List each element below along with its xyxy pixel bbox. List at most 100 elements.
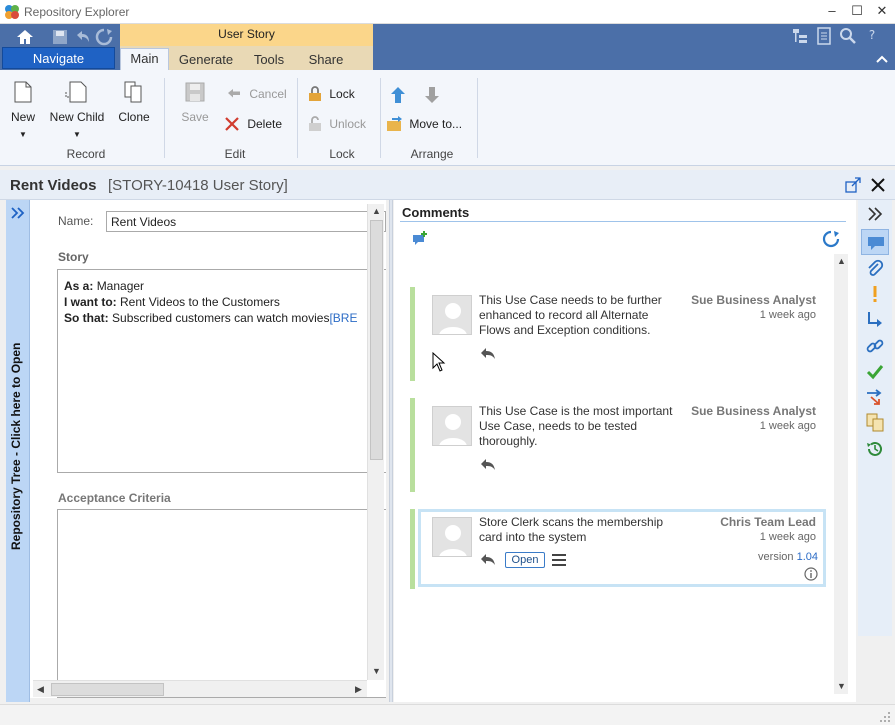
scroll-up-icon[interactable]: ▲ [369, 204, 384, 219]
refresh-icon[interactable] [94, 27, 114, 47]
reply-icon[interactable] [480, 553, 496, 567]
popout-icon[interactable] [845, 177, 861, 193]
new-document-icon [14, 81, 32, 103]
status-badge[interactable]: Open [505, 552, 545, 568]
splitter[interactable] [389, 200, 393, 702]
name-field[interactable]: Rent Videos [106, 211, 386, 232]
tab-share[interactable]: Share [303, 50, 349, 70]
repository-tree-label[interactable]: Repository Tree - Click here to Open [9, 343, 23, 550]
move-down-icon[interactable] [424, 86, 440, 104]
comment-item-selected[interactable]: Store Clerk scans the membership card in… [410, 509, 826, 589]
save-icon[interactable] [50, 27, 70, 47]
record-group-label: Record [66, 147, 106, 161]
attachment-icon[interactable] [865, 259, 885, 279]
history-icon[interactable] [865, 439, 885, 459]
info-icon[interactable] [804, 567, 818, 581]
lock-icon [309, 86, 321, 101]
delete-label: Delete [247, 117, 283, 131]
edit-group-label: Edit [224, 147, 246, 161]
move-to-button[interactable]: Move to... [386, 116, 462, 132]
story-label: Story [58, 250, 89, 264]
title-bar: Repository Explorer ‒ ☐ ✕ [0, 0, 895, 24]
tab-main[interactable]: Main [120, 48, 169, 71]
search-icon[interactable] [838, 26, 858, 46]
navigate-tab[interactable]: Navigate [2, 47, 115, 69]
link-icon[interactable] [865, 336, 885, 356]
comment-author: Sue Business Analyst [691, 404, 816, 418]
tab-tools[interactable]: Tools [246, 50, 292, 70]
scroll-left-icon[interactable]: ◀ [33, 682, 48, 697]
ribbon-header: User Story Navigate Main Generate Tools … [0, 24, 895, 71]
form-horizontal-scrollbar[interactable]: ◀ ▶ [33, 680, 367, 697]
story-so-that-line: So that: Subscribed customers can watch … [64, 310, 380, 326]
clone-label: Clone [118, 110, 150, 124]
version-number[interactable]: 1.04 [797, 551, 818, 563]
comment-icon [868, 237, 884, 250]
scroll-down-icon[interactable]: ▼ [834, 679, 849, 694]
comment-author: Chris Team Lead [720, 515, 816, 529]
tree-view-icon[interactable] [790, 26, 810, 46]
want-value: Rent Videos to the Customers [120, 295, 280, 309]
comments-view-button[interactable] [861, 229, 889, 255]
save-disk-icon [185, 82, 205, 102]
new-dropdown-icon[interactable]: ▼ [10, 130, 36, 139]
so-that-value: Subscribed customers can watch movies [112, 311, 330, 325]
menu-icon[interactable] [552, 554, 566, 566]
resize-grip-icon[interactable] [879, 711, 891, 723]
trace-arrow-icon[interactable] [865, 310, 885, 330]
expand-tree-icon[interactable] [10, 206, 26, 220]
as-a-label: As a: [64, 279, 94, 293]
scroll-thumb[interactable] [370, 220, 383, 460]
reply-icon[interactable] [480, 458, 496, 472]
form-vertical-scrollbar[interactable]: ▲ ▼ [367, 204, 384, 680]
issue-icon[interactable] [865, 284, 885, 304]
maximize-button[interactable]: ☐ [847, 2, 867, 20]
delete-button[interactable]: Delete [224, 116, 282, 132]
undo-icon[interactable] [72, 27, 92, 47]
close-window-button[interactable]: ✕ [872, 2, 892, 20]
new-child-dropdown-icon[interactable]: ▼ [48, 130, 106, 139]
copy-icon[interactable] [865, 412, 885, 432]
collapse-ribbon-icon[interactable] [876, 54, 888, 64]
scroll-down-icon[interactable]: ▼ [369, 664, 384, 679]
expand-panel-icon[interactable] [865, 204, 885, 224]
check-icon[interactable] [865, 362, 885, 382]
move-up-icon[interactable] [390, 86, 406, 104]
story-link[interactable]: [BRE [329, 311, 357, 325]
comments-scrollbar[interactable]: ▲ ▼ [834, 254, 848, 694]
document-icon[interactable] [814, 26, 834, 46]
tab-generate[interactable]: Generate [175, 50, 237, 70]
new-button[interactable]: New ▼ [10, 80, 36, 139]
repository-tree-strip[interactable]: Repository Tree - Click here to Open [6, 200, 30, 702]
comment-status-bar [410, 509, 415, 589]
new-child-button[interactable]: New Child ▼ [48, 80, 106, 139]
arrange-group-label: Arrange [410, 147, 454, 161]
scroll-thumb[interactable] [51, 683, 164, 696]
new-label: New [10, 110, 35, 124]
scroll-up-icon[interactable]: ▲ [834, 254, 849, 269]
story-editor[interactable]: As a: Manager I want to: Rent Videos to … [57, 269, 386, 473]
unlock-button[interactable]: Unlock [308, 116, 366, 132]
add-comment-icon[interactable] [412, 230, 428, 246]
clone-button[interactable]: Clone [116, 80, 152, 124]
save-button[interactable]: Save [180, 80, 210, 124]
refresh-comments-icon[interactable] [822, 230, 840, 248]
scroll-right-icon[interactable]: ▶ [351, 682, 366, 697]
close-panel-icon[interactable] [870, 177, 886, 193]
minimize-button[interactable]: ‒ [822, 2, 842, 20]
acceptance-criteria-label: Acceptance Criteria [58, 491, 171, 505]
cancel-button[interactable]: Cancel [226, 86, 287, 101]
move-folder-icon [387, 116, 402, 131]
comments-panel: Comments This Use Case needs to be furth… [394, 200, 856, 702]
home-icon[interactable] [15, 27, 35, 47]
reply-icon[interactable] [480, 347, 496, 361]
svg-text:?: ? [869, 28, 875, 42]
avatar [432, 406, 472, 446]
help-icon[interactable]: ? [862, 26, 882, 46]
want-label: I want to: [64, 295, 117, 309]
lock-button[interactable]: Lock [308, 86, 355, 102]
relationship-icon[interactable] [865, 387, 885, 407]
acceptance-criteria-editor[interactable] [57, 509, 386, 698]
delete-x-icon [225, 117, 239, 131]
new-child-icon [65, 81, 87, 103]
